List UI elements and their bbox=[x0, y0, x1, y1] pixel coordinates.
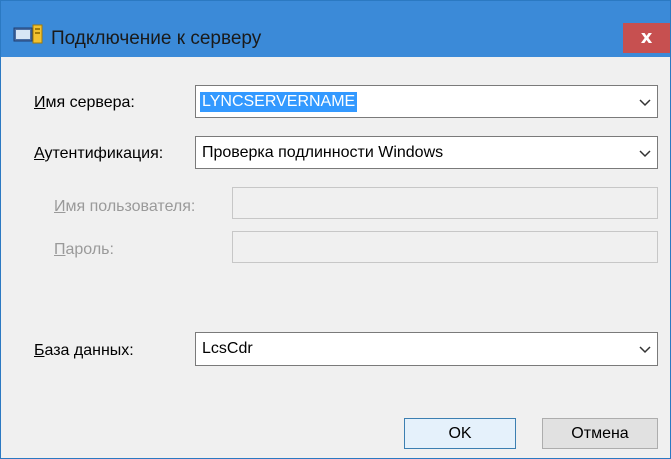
authentication-combobox[interactable]: Проверка подлинности Windows bbox=[195, 136, 658, 169]
database-value: LcsCdr bbox=[202, 340, 253, 357]
password-label: Пароль: bbox=[54, 241, 114, 258]
chevron-down-icon[interactable] bbox=[637, 145, 653, 161]
password-field[interactable] bbox=[232, 231, 658, 263]
cancel-button[interactable]: Отмена bbox=[542, 418, 658, 449]
server-name-label: Имя сервера: bbox=[34, 94, 135, 111]
chevron-down-icon[interactable] bbox=[637, 341, 653, 357]
title-bar[interactable]: Подключение к серверу x bbox=[1, 1, 670, 57]
server-name-value: LYNCSERVERNAME bbox=[200, 92, 358, 112]
close-button[interactable]: x bbox=[623, 23, 670, 53]
authentication-label: Аутентификация: bbox=[34, 145, 164, 162]
ok-button[interactable]: OK bbox=[404, 418, 516, 449]
server-name-combobox[interactable]: LYNCSERVERNAME bbox=[195, 85, 658, 118]
username-label: Имя пользователя: bbox=[54, 198, 196, 215]
database-combobox[interactable]: LcsCdr bbox=[195, 332, 658, 366]
username-field[interactable] bbox=[232, 187, 658, 219]
database-label: База данных: bbox=[34, 342, 134, 359]
connect-dialog: Подключение к серверу x Имя сервера: LYN… bbox=[0, 0, 671, 459]
close-icon: x bbox=[640, 27, 653, 48]
chevron-down-icon[interactable] bbox=[637, 94, 653, 110]
authentication-value: Проверка подлинности Windows bbox=[202, 144, 444, 161]
window-title: Подключение к серверу bbox=[51, 28, 262, 49]
server-connect-icon bbox=[13, 24, 43, 44]
